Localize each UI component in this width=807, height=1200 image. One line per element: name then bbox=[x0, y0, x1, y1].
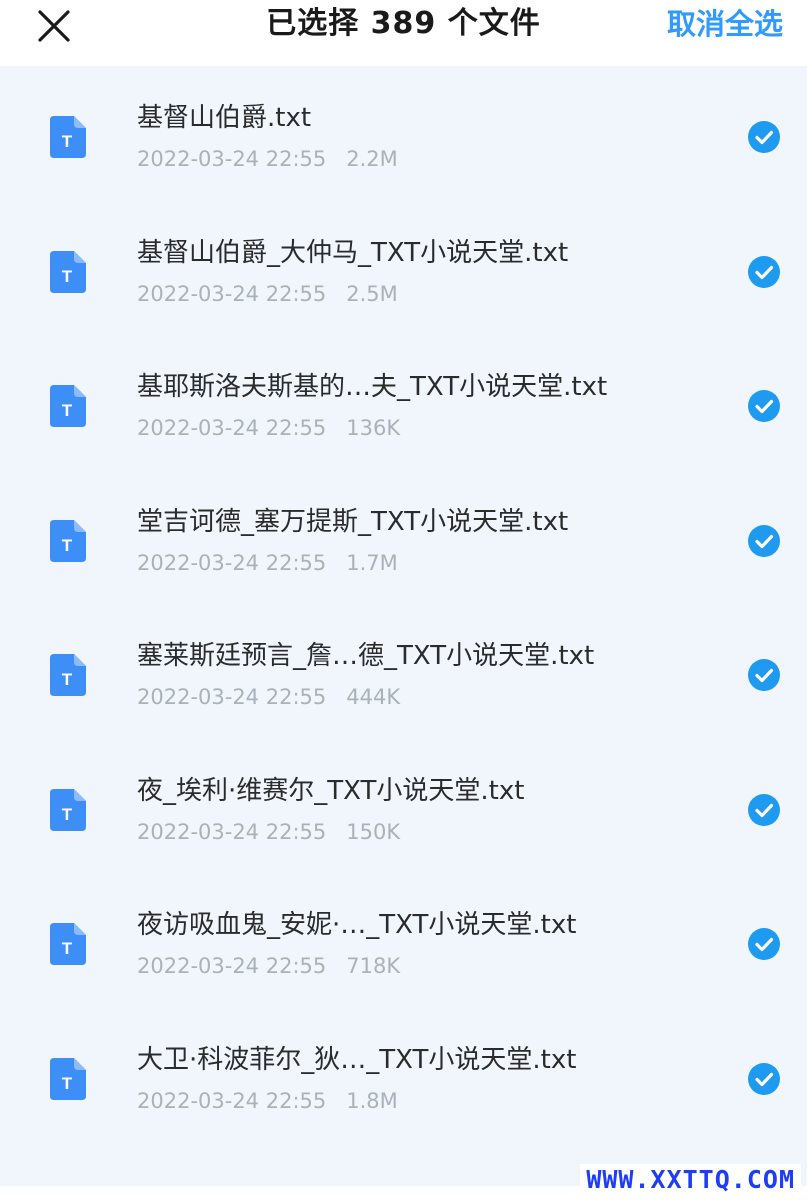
selected-checkbox[interactable] bbox=[748, 255, 780, 288]
file-date: 2022-03-24 22:55 bbox=[137, 819, 327, 844]
file-date: 2022-03-24 22:55 bbox=[137, 1088, 327, 1113]
file-size: 1.8M bbox=[346, 1088, 398, 1113]
file-meta: 2022-03-24 22:55 1.7M bbox=[137, 548, 398, 578]
txt-file-icon: T bbox=[50, 250, 86, 293]
checkmark-icon bbox=[748, 121, 780, 153]
selected-checkbox[interactable] bbox=[748, 1062, 780, 1095]
svg-text:T: T bbox=[62, 536, 73, 555]
file-row[interactable]: T 基耶斯洛夫斯基的…夫_TXT小说天堂.txt 2022-03-24 22:5… bbox=[0, 335, 807, 470]
selected-checkbox[interactable] bbox=[748, 121, 780, 153]
svg-text:T: T bbox=[62, 401, 73, 420]
top-bar: 已选择 389 个文件 取消全选 bbox=[0, 0, 807, 66]
file-name: 塞莱斯廷预言_詹…德_TXT小说天堂.txt bbox=[137, 641, 595, 671]
deselect-all-button[interactable]: 取消全选 bbox=[667, 3, 783, 45]
file-meta: 2022-03-24 22:55 2.5M bbox=[137, 279, 398, 309]
file-date: 2022-03-24 22:55 bbox=[137, 416, 327, 440]
checkmark-icon bbox=[748, 390, 780, 422]
file-row[interactable]: T 夜_埃利·维赛尔_TXT小说天堂.txt 2022-03-24 22:55 1… bbox=[0, 739, 807, 874]
txt-file-icon: T bbox=[50, 519, 86, 562]
file-row[interactable]: T 塞莱斯廷预言_詹…德_TXT小说天堂.txt 2022-03-24 22:5… bbox=[0, 604, 807, 739]
file-size: 150K bbox=[346, 819, 401, 844]
svg-text:T: T bbox=[62, 670, 73, 689]
close-button[interactable] bbox=[34, 6, 74, 46]
file-name: 大卫·科波菲尔_狄…_TXT小说天堂.txt bbox=[137, 1044, 577, 1075]
file-meta: 2022-03-24 22:55 136K bbox=[137, 413, 400, 443]
file-row[interactable]: T 基督山伯爵_大仲马_TXT小说天堂.txt 2022-03-24 22:55… bbox=[0, 201, 807, 336]
file-size: 444K bbox=[346, 685, 401, 709]
selected-checkbox[interactable] bbox=[748, 524, 780, 557]
file-meta: 2022-03-24 22:55 2.2M bbox=[137, 144, 398, 174]
txt-file-icon: T bbox=[50, 788, 86, 831]
file-row[interactable]: T 堂吉诃德_塞万提斯_TXT小说天堂.txt 2022-03-24 22:55… bbox=[0, 470, 807, 605]
watermark: WWW.XXTTQ.COM bbox=[580, 1164, 801, 1196]
svg-text:T: T bbox=[62, 267, 73, 286]
file-row[interactable]: T 基督山伯爵.txt 2022-03-24 22:55 2.2M bbox=[0, 66, 807, 201]
checkmark-icon bbox=[748, 524, 780, 557]
file-name: 堂吉诃德_塞万提斯_TXT小说天堂.txt bbox=[137, 506, 569, 537]
file-row[interactable]: T 夜访吸血鬼_安妮·…_TXT小说天堂.txt 2022-03-24 22:5… bbox=[0, 873, 807, 1008]
file-name: 夜_埃利·维赛尔_TXT小说天堂.txt bbox=[137, 775, 525, 806]
file-date: 2022-03-24 22:55 bbox=[137, 147, 327, 171]
selected-checkbox[interactable] bbox=[748, 793, 780, 826]
file-meta: 2022-03-24 22:55 150K bbox=[137, 817, 400, 847]
svg-text:T: T bbox=[62, 1074, 73, 1093]
file-size: 2.2M bbox=[346, 147, 398, 171]
txt-file-icon: T bbox=[50, 923, 86, 965]
file-meta: 2022-03-24 22:55 718K bbox=[137, 951, 400, 981]
file-name: 夜访吸血鬼_安妮·…_TXT小说天堂.txt bbox=[137, 910, 577, 940]
checkmark-icon bbox=[748, 1062, 780, 1095]
file-size: 1.7M bbox=[346, 550, 398, 575]
svg-text:T: T bbox=[62, 939, 73, 958]
file-size: 2.5M bbox=[346, 281, 398, 306]
selected-checkbox[interactable] bbox=[748, 928, 780, 960]
file-meta: 2022-03-24 22:55 1.8M bbox=[137, 1086, 398, 1116]
file-date: 2022-03-24 22:55 bbox=[137, 685, 327, 709]
file-row[interactable]: T 大卫·科波菲尔_狄…_TXT小说天堂.txt 2022-03-24 22:5… bbox=[0, 1008, 807, 1143]
file-size: 136K bbox=[346, 416, 401, 440]
txt-file-icon: T bbox=[50, 654, 86, 696]
file-meta: 2022-03-24 22:55 444K bbox=[137, 682, 400, 712]
file-date: 2022-03-24 22:55 bbox=[137, 550, 327, 575]
txt-file-icon: T bbox=[50, 116, 86, 158]
file-name: 基耶斯洛夫斯基的…夫_TXT小说天堂.txt bbox=[137, 372, 608, 402]
file-size: 718K bbox=[346, 954, 401, 978]
txt-file-icon: T bbox=[50, 1057, 86, 1100]
file-name: 基督山伯爵.txt bbox=[137, 103, 312, 133]
file-name: 基督山伯爵_大仲马_TXT小说天堂.txt bbox=[137, 237, 569, 268]
txt-file-icon: T bbox=[50, 385, 86, 427]
close-icon bbox=[38, 10, 70, 42]
checkmark-icon bbox=[748, 255, 780, 288]
selected-checkbox[interactable] bbox=[748, 659, 780, 691]
svg-text:T: T bbox=[62, 132, 73, 151]
file-date: 2022-03-24 22:55 bbox=[137, 281, 327, 306]
selected-checkbox[interactable] bbox=[748, 390, 780, 422]
svg-text:T: T bbox=[62, 805, 73, 824]
checkmark-icon bbox=[748, 793, 780, 826]
file-date: 2022-03-24 22:55 bbox=[137, 954, 327, 978]
file-list: T 基督山伯爵.txt 2022-03-24 22:55 2.2M T 基督山伯爵… bbox=[0, 66, 807, 1142]
checkmark-icon bbox=[748, 928, 780, 960]
checkmark-icon bbox=[748, 659, 780, 691]
